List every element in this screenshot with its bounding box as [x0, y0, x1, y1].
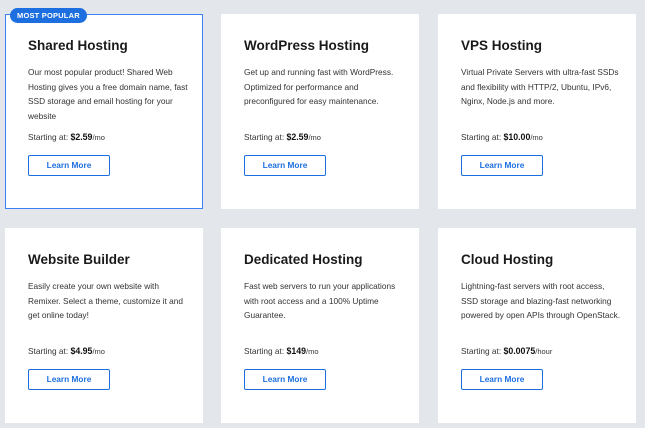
- card-price: Starting at: $2.59/mo: [244, 132, 321, 142]
- price-amount: $2.59: [70, 132, 93, 142]
- card-description: Our most popular product! Shared Web Hos…: [28, 67, 188, 121]
- product-card-vps-hosting: VPS Hosting Virtual Private Servers with…: [438, 14, 636, 209]
- card-description: Virtual Private Servers with ultra-fast …: [461, 67, 619, 106]
- product-card-wordpress-hosting: WordPress Hosting Get up and running fas…: [221, 14, 419, 209]
- starting-at-label: Starting at:: [461, 132, 502, 142]
- card-price: Starting at: $149/mo: [244, 346, 319, 356]
- card-title: Cloud Hosting: [461, 252, 554, 267]
- learn-more-button[interactable]: Learn More: [244, 369, 326, 390]
- learn-more-button[interactable]: Learn More: [28, 369, 110, 390]
- card-price: Starting at: $2.59/mo: [28, 132, 105, 142]
- learn-more-button[interactable]: Learn More: [28, 155, 110, 176]
- price-unit: /mo: [92, 347, 105, 356]
- price-unit: /mo: [92, 133, 105, 142]
- card-title: Shared Hosting: [28, 38, 128, 53]
- price-unit: /mo: [306, 347, 319, 356]
- starting-at-label: Starting at:: [244, 346, 285, 356]
- card-price: Starting at: $4.95/mo: [28, 346, 105, 356]
- learn-more-button[interactable]: Learn More: [244, 155, 326, 176]
- card-title: VPS Hosting: [461, 38, 543, 53]
- card-title: Website Builder: [28, 252, 130, 267]
- price-amount: $2.59: [286, 132, 309, 142]
- card-description: Fast web servers to run your application…: [244, 281, 396, 320]
- price-unit: /mo: [308, 133, 321, 142]
- most-popular-badge: MOST POPULAR: [10, 8, 87, 23]
- price-amount: $4.95: [70, 346, 93, 356]
- card-description: Get up and running fast with WordPress. …: [244, 67, 394, 106]
- hosting-products-grid: MOST POPULAR Shared Hosting Our most pop…: [0, 0, 645, 428]
- product-card-shared-hosting: MOST POPULAR Shared Hosting Our most pop…: [5, 8, 203, 209]
- card-price: Starting at: $10.00/mo: [461, 132, 543, 142]
- price-amount: $149: [286, 346, 307, 356]
- learn-more-button[interactable]: Learn More: [461, 369, 543, 390]
- card-description: Lightning-fast servers with root access,…: [461, 281, 621, 320]
- product-card-website-builder: Website Builder Easily create your own w…: [5, 228, 203, 423]
- card-title: Dedicated Hosting: [244, 252, 363, 267]
- starting-at-label: Starting at:: [244, 132, 285, 142]
- card-title: WordPress Hosting: [244, 38, 370, 53]
- price-amount: $10.00: [503, 132, 531, 142]
- price-amount: $0.0075: [503, 346, 536, 356]
- price-unit: /mo: [530, 133, 543, 142]
- product-card-cloud-hosting: Cloud Hosting Lightning-fast servers wit…: [438, 228, 636, 423]
- learn-more-button[interactable]: Learn More: [461, 155, 543, 176]
- price-unit: /hour: [535, 347, 553, 356]
- card-description: Easily create your own website with Remi…: [28, 281, 183, 320]
- product-card-dedicated-hosting: Dedicated Hosting Fast web servers to ru…: [221, 228, 419, 423]
- card-price: Starting at: $0.0075/hour: [461, 346, 552, 356]
- starting-at-label: Starting at:: [28, 346, 69, 356]
- starting-at-label: Starting at:: [461, 346, 502, 356]
- starting-at-label: Starting at:: [28, 132, 69, 142]
